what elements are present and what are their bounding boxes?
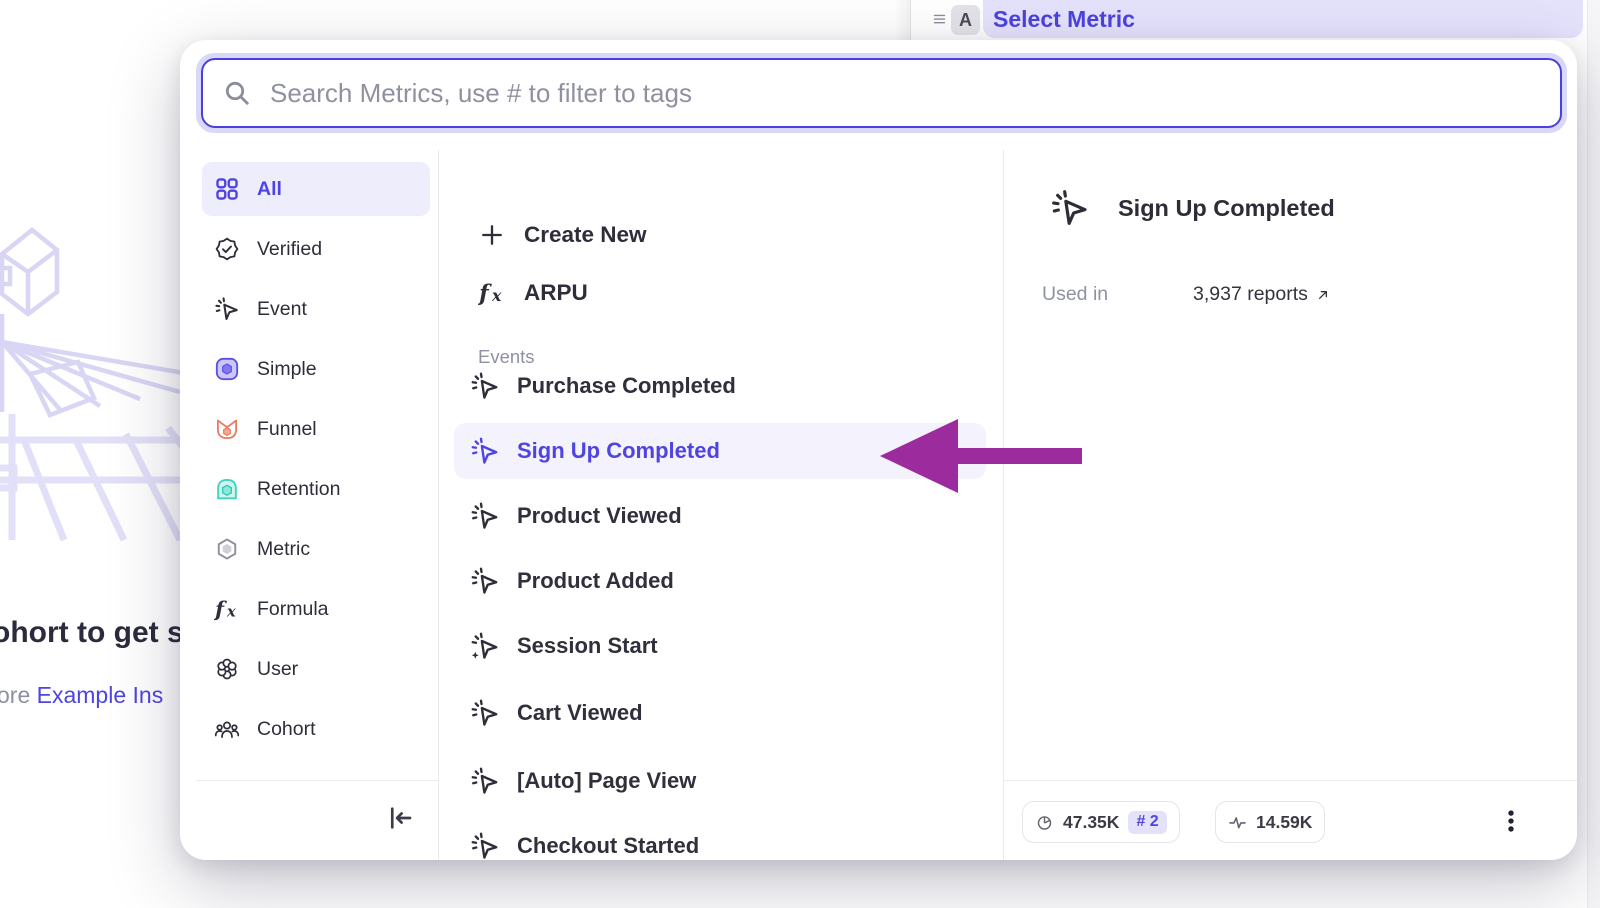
event-cursor-icon [470,436,500,466]
panel-edge-shadow [894,0,910,40]
sidebar-item-metric[interactable]: Metric [202,522,430,576]
list-item-label: Product Added [517,568,674,594]
search-icon [223,79,251,107]
page-edge-strip [1587,0,1600,908]
sidebar-item-label: Event [257,298,307,321]
stat-value: 14.59K [1256,812,1312,833]
select-metric-label: Select Metric [993,6,1135,33]
list-item-label: Sign Up Completed [517,438,720,464]
simple-board-icon [214,356,240,382]
pie-chart-icon [1035,813,1054,832]
list-item-label: ARPU [524,280,588,306]
used-in-reports-link[interactable]: 3,937 reports [1193,283,1331,306]
create-new-label: Create New [524,222,647,248]
metric-detail-panel: Sign Up Completed Used in 3,937 reports … [1003,40,1577,860]
sidebar-item-label: User [257,658,298,681]
list-item-arpu[interactable]: ARPU [478,268,588,318]
retention-arch-icon [214,476,240,502]
grid-icon [214,176,240,202]
verified-badge-icon [214,236,240,262]
collapse-left-icon[interactable] [384,802,416,834]
formula-fx-icon [478,279,506,307]
list-item-product-added[interactable]: Product Added [454,553,986,609]
detail-footer: 47.35K # 2 14.59K [1003,780,1577,860]
sidebar-item-cohort[interactable]: Cohort [202,702,430,756]
list-item-label: [Auto] Page View [517,768,696,794]
panel-divider [910,0,911,40]
sidebar-item-label: Retention [257,478,340,501]
sidebar-item-label: Metric [257,538,310,561]
plus-icon [478,221,506,249]
list-item-label: Product Viewed [517,503,682,529]
list-item-session-start[interactable]: Session Start [454,618,986,674]
sidebar-item-formula[interactable]: Formula [202,582,430,636]
user-flower-icon [214,656,240,682]
event-cursor-icon [470,371,500,401]
background-headline-fragment: ohort to get s [0,616,184,650]
sidebar-item-event[interactable]: Event [202,282,430,336]
detail-header: Sign Up Completed [1050,188,1335,228]
background-subline-fragment: ore Example Ins [0,682,163,709]
event-cursor-star-icon [470,631,500,661]
sidebar-item-user[interactable]: User [202,642,430,696]
list-item-label: Checkout Started [517,833,699,859]
funnel-icon [214,416,240,442]
sidebar-item-label: Verified [257,238,322,261]
background-subline-gray: ore [0,682,37,708]
event-cursor-icon [1050,188,1090,228]
sidebar-item-funnel[interactable]: Funnel [202,402,430,456]
north-east-arrow-icon [1315,287,1331,303]
activity-pulse-icon [1228,813,1247,832]
list-item-auto-page-view[interactable]: [Auto] Page View [454,753,986,809]
cohort-people-icon [214,716,240,742]
more-options-kebab-icon[interactable] [1497,807,1525,835]
sidebar-item-all[interactable]: All [202,162,430,216]
rank-chip: # 2 [1128,811,1166,834]
example-insights-link-fragment[interactable]: Example Ins [37,682,164,708]
sidebar-item-label: All [257,178,282,201]
annotation-arrow [878,415,1084,500]
list-item-label: Purchase Completed [517,373,736,399]
event-cursor-icon [470,698,500,728]
create-new-button[interactable]: Create New [478,210,647,260]
event-cursor-icon [214,296,240,322]
event-cursor-icon [470,766,500,796]
filter-sidebar: All Verified Event Simple Funnel [180,150,438,860]
metric-letter-badge: A [951,5,980,35]
sidebar-item-label: Funnel [257,418,317,441]
sidebar-item-label: Simple [257,358,317,381]
sidebar-item-label: Formula [257,598,329,621]
app-screen: ohort to get s ore Example Ins A Select … [0,0,1600,908]
total-count-badge[interactable]: 47.35K # 2 [1022,801,1180,843]
event-cursor-icon [470,831,500,860]
sidebar-item-simple[interactable]: Simple [202,342,430,396]
list-item-purchase-completed[interactable]: Purchase Completed [454,358,986,414]
event-cursor-icon [470,566,500,596]
filter-sidebar-items: All Verified Event Simple Funnel [202,162,430,762]
sidebar-item-label: Cohort [257,718,316,741]
select-metric-row[interactable]: Select Metric [983,0,1583,38]
metric-hexagon-icon [214,536,240,562]
sidebar-footer-divider [196,780,438,781]
detail-title: Sign Up Completed [1118,195,1335,222]
list-item-cart-viewed[interactable]: Cart Viewed [454,685,986,741]
drag-handle-icon[interactable] [932,11,947,27]
event-cursor-icon [470,501,500,531]
stat-value: 47.35K [1063,812,1119,833]
sidebar-item-retention[interactable]: Retention [202,462,430,516]
activity-count-badge[interactable]: 14.59K [1215,801,1325,843]
list-item-checkout-started[interactable]: Checkout Started [454,818,986,860]
used-in-label: Used in [1042,283,1108,306]
sidebar-item-verified[interactable]: Verified [202,222,430,276]
background-wireframe-illustration [0,222,192,556]
list-item-label: Session Start [517,633,658,659]
formula-fx-icon [214,596,240,622]
list-item-label: Cart Viewed [517,700,643,726]
